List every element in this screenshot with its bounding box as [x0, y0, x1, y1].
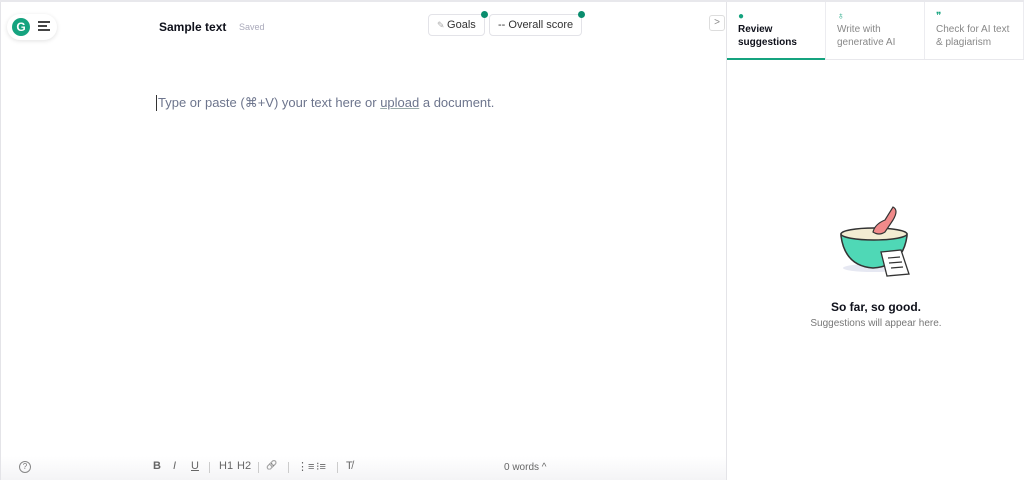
heading2-button[interactable]: H2	[237, 460, 251, 472]
italic-button[interactable]: I	[173, 460, 176, 472]
document-title[interactable]: Sample text	[159, 20, 226, 34]
bowl-illustration-icon	[840, 206, 910, 277]
bold-button[interactable]: B	[153, 460, 161, 472]
lightbulb-icon: ♁	[837, 11, 845, 22]
format-toolbar: ? B I U H1 H2 🔗 ⋮≡ ⁝≡ T̸ 0 words ^	[1, 456, 727, 480]
tab-label: Write with generative AI	[837, 24, 896, 48]
divider	[258, 462, 259, 473]
grammarly-logo-icon: G	[12, 18, 30, 36]
text-input-area[interactable]: Type or paste (⌘+V) your text here or up…	[156, 95, 494, 111]
link-button[interactable]: 🔗	[266, 460, 277, 471]
tab-ai-plagiarism[interactable]: ❞ Check for AI text & plagiarism	[925, 2, 1024, 59]
word-count-button[interactable]: 0 words ^	[504, 462, 547, 473]
score-dot	[578, 11, 586, 18]
tab-review-suggestions[interactable]: ● Review suggestions	[727, 2, 826, 60]
save-status: Saved	[239, 22, 265, 32]
empty-state-title: So far, so good.	[830, 300, 921, 314]
editor-pane: G Sample text Saved ✎ Goals -- Overall s…	[0, 2, 727, 480]
underline-button[interactable]: U	[191, 460, 199, 472]
outline-menu-icon[interactable]	[38, 21, 50, 33]
word-count: 0 words	[504, 462, 540, 473]
goals-label: Goals	[447, 19, 476, 31]
tab-generative-ai[interactable]: ♁ Write with generative AI	[826, 2, 925, 59]
empty-state-subtitle: Suggestions will appear here.	[810, 318, 942, 329]
overall-score-label: -- Overall score	[498, 19, 574, 31]
suggestions-panel: ● Review suggestions ♁ Write with generati…	[726, 2, 1024, 480]
upload-link[interactable]: upload	[380, 95, 419, 110]
goals-dot	[480, 11, 488, 18]
quote-icon: ❞	[936, 11, 942, 22]
bulleted-list-button[interactable]: ⁝≡	[316, 460, 326, 473]
overall-score-button[interactable]: -- Overall score	[489, 11, 586, 36]
collapse-panel-button[interactable]: >	[709, 15, 725, 31]
app-menu[interactable]: G	[7, 14, 57, 40]
placeholder-text: Type or paste (⌘+V) your text here or	[158, 95, 381, 110]
divider	[337, 462, 338, 473]
panel-tabs: ● Review suggestions ♁ Write with generati…	[727, 2, 1024, 60]
divider	[209, 462, 210, 473]
placeholder-text-end: a document.	[419, 95, 495, 110]
help-icon[interactable]: ?	[19, 461, 31, 473]
tab-label: Check for AI text & plagiarism	[936, 24, 1010, 48]
clear-format-button[interactable]: T̸	[346, 460, 353, 472]
heading1-button[interactable]: H1	[219, 460, 233, 472]
goals-icon: ✎	[437, 20, 448, 30]
divider	[288, 462, 289, 473]
chevron-up-icon: ^	[541, 462, 547, 473]
ordered-list-button[interactable]: ⋮≡	[297, 460, 314, 473]
goals-button[interactable]: ✎ Goals	[428, 11, 488, 36]
grammarly-icon: ●	[738, 11, 745, 22]
tab-label: Review suggestions	[738, 24, 797, 48]
